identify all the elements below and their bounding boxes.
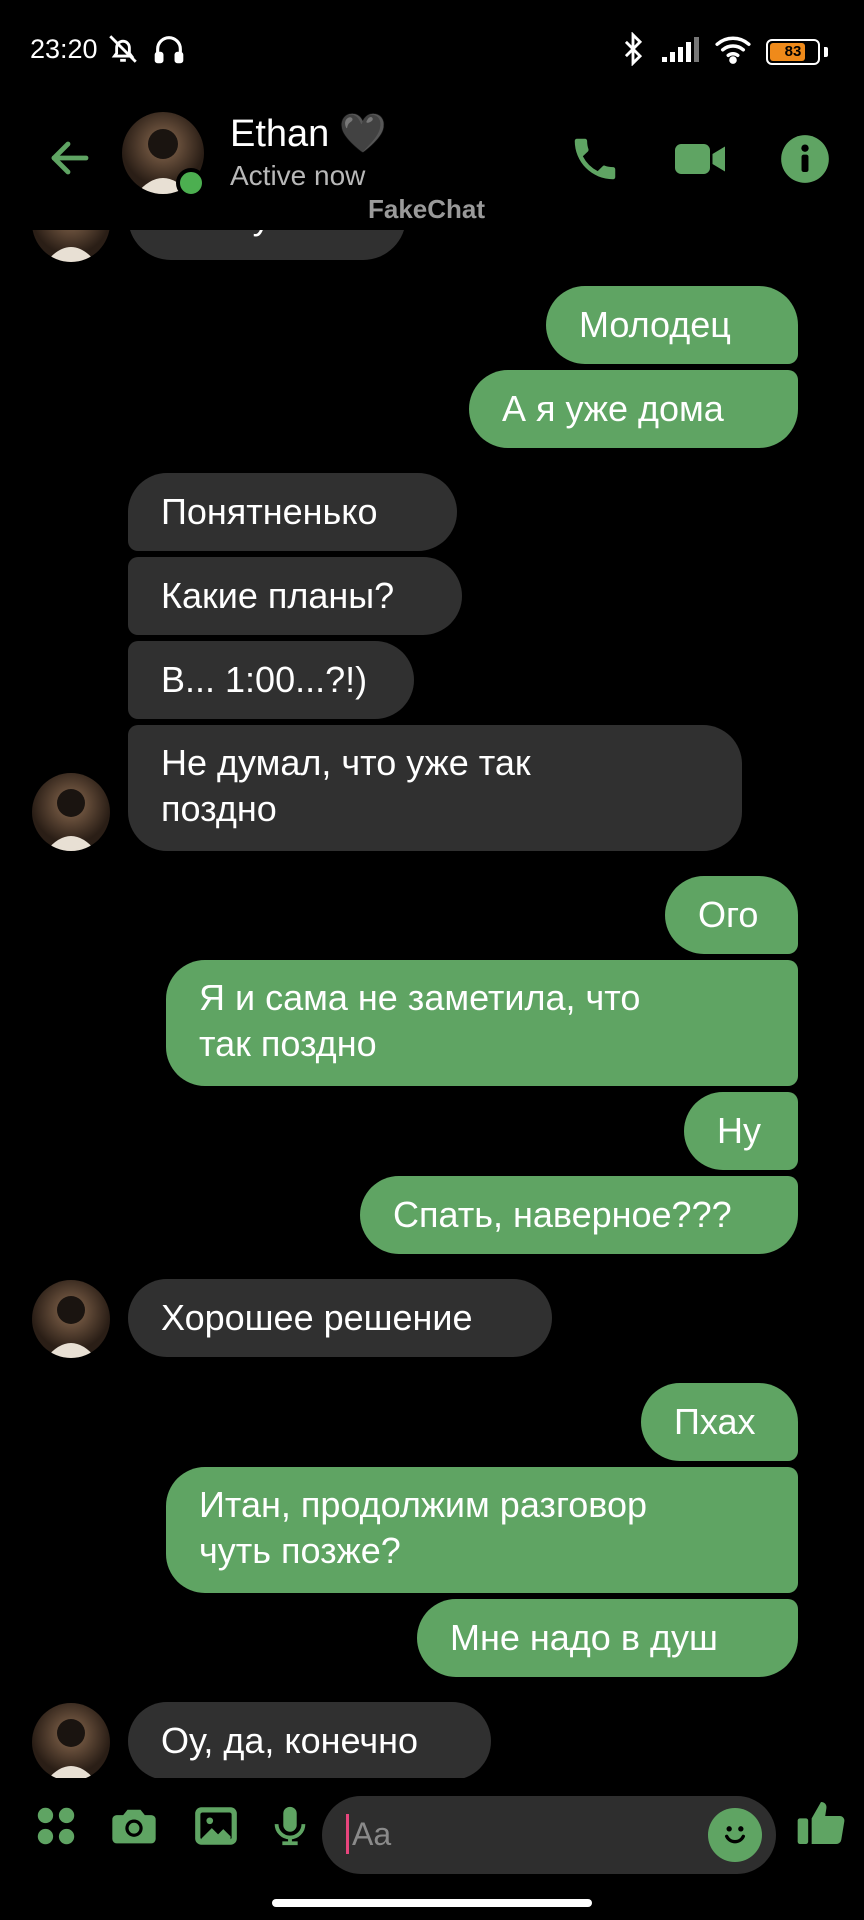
contact-avatar-small[interactable] — [32, 1280, 110, 1358]
message-input-placeholder: Aa — [352, 1816, 392, 1852]
contact-avatar-small[interactable] — [32, 773, 110, 851]
mute-bell-icon — [106, 32, 140, 71]
message-text: Ну — [717, 1110, 761, 1151]
gallery-icon — [191, 1801, 241, 1856]
message-bubble-outgoing[interactable]: Пхах — [641, 1383, 798, 1461]
watermark: FakeChat — [368, 194, 486, 224]
contact-avatar[interactable] — [122, 112, 206, 198]
message-text: Пхах — [674, 1401, 756, 1442]
message-text: Ого — [698, 894, 759, 935]
message-line: так поздно — [199, 1023, 377, 1064]
signal-icon — [660, 35, 700, 68]
message-line: Итан, продолжим разговор — [199, 1484, 648, 1525]
message-line: Не думал, что уже так — [161, 742, 531, 783]
like-button[interactable] — [790, 1794, 852, 1856]
back-arrow-icon — [46, 134, 94, 187]
message-bubble-outgoing[interactable]: Ну — [684, 1092, 798, 1170]
home-indicator[interactable] — [272, 1899, 592, 1907]
status-bar: 23:20 83 — [0, 0, 864, 100]
camera-button[interactable] — [106, 1800, 162, 1856]
message-bubble-incoming[interactable]: В... 1:00...?!) — [128, 641, 414, 719]
message-text: Молодец — [579, 304, 731, 345]
emoji-button[interactable] — [708, 1808, 762, 1862]
wifi-icon — [714, 34, 752, 69]
message-bubble-incoming[interactable]: Не думал, что уже так поздно — [128, 725, 742, 851]
message-line: Я и сама не заметила, что — [199, 977, 641, 1018]
message-bubble-incoming[interactable]: Понятненько — [128, 473, 457, 551]
info-button[interactable] — [770, 126, 840, 196]
emoji-icon — [715, 1813, 755, 1858]
message-bubble-outgoing[interactable]: Спать, наверное??? — [360, 1176, 798, 1254]
message-list[interactable]: Я покушал Молодец А я уже дома Понятнень… — [0, 0, 864, 1920]
message-line: поздно — [161, 788, 277, 829]
message-bubble-outgoing[interactable]: А я уже дома — [469, 370, 798, 448]
info-icon — [779, 133, 831, 190]
thumbs-up-icon — [793, 1795, 849, 1856]
bluetooth-icon — [620, 31, 646, 71]
message-bubble-incoming[interactable]: Какие планы? — [128, 557, 462, 635]
message-text: Какие планы? — [161, 575, 395, 616]
message-text: Хорошее решение — [161, 1297, 473, 1338]
voice-button[interactable] — [262, 1800, 318, 1856]
text-caret — [346, 1814, 349, 1854]
message-bubble-incoming[interactable]: Хорошее решение — [128, 1279, 552, 1357]
microphone-icon — [267, 1801, 313, 1856]
message-bubble-outgoing[interactable]: Молодец — [546, 286, 798, 364]
headphones-icon — [152, 32, 186, 71]
message-text: А я уже дома — [502, 388, 724, 429]
message-text: В... 1:00...?!) — [161, 659, 368, 700]
chat-header: Ethan 🖤 Active now FakeChat — [0, 100, 864, 230]
message-input[interactable]: Aa — [322, 1796, 776, 1874]
camera-icon — [108, 1800, 160, 1857]
online-indicator — [176, 168, 206, 198]
video-camera-icon — [670, 129, 730, 194]
message-bubble-outgoing[interactable]: Итан, продолжим разговор чуть позже? — [166, 1467, 798, 1593]
contact-name: Ethan — [230, 112, 330, 155]
message-bubble-outgoing[interactable]: Ого — [665, 876, 798, 954]
message-text: Понятненько — [161, 491, 378, 532]
message-text: Оу, да, конечно — [161, 1720, 418, 1761]
message-bubble-outgoing[interactable]: Мне надо в душ — [417, 1599, 798, 1677]
phone-icon — [568, 132, 622, 191]
chat-screen: Я покушал Молодец А я уже дома Понятнень… — [0, 0, 864, 1920]
apps-button[interactable] — [28, 1800, 84, 1856]
message-line: чуть позже? — [199, 1530, 401, 1571]
message-text: Спать, наверное??? — [393, 1194, 732, 1235]
apps-grid-icon — [33, 1803, 79, 1854]
battery-icon: 83 — [766, 38, 820, 65]
call-button[interactable] — [560, 126, 630, 196]
gallery-button[interactable] — [188, 1800, 244, 1856]
message-bubble-outgoing[interactable]: Я и сама не заметила, что так поздно — [166, 960, 798, 1086]
contact-name-row[interactable]: Ethan 🖤 — [230, 112, 387, 156]
contact-status: Active now — [230, 160, 366, 191]
message-text: Мне надо в душ — [450, 1617, 718, 1658]
message-bubble-incoming[interactable]: Оу, да, конечно — [128, 1702, 491, 1780]
contact-avatar-small[interactable] — [32, 1703, 110, 1781]
back-button[interactable] — [40, 130, 100, 190]
battery-level: 83 — [784, 43, 802, 60]
composer-bar: Aa — [0, 1778, 864, 1898]
status-time: 23:20 — [30, 34, 98, 64]
black-heart-icon: 🖤 — [339, 113, 387, 155]
video-call-button[interactable] — [665, 126, 735, 196]
